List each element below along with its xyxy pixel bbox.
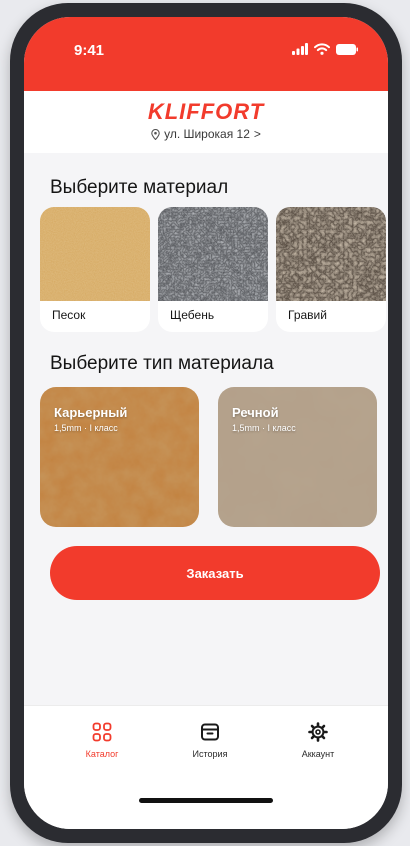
materials-title: Выберите материал [50, 177, 229, 198]
tab-bar: Каталог История Аккаунт [24, 705, 388, 829]
status-icons [292, 43, 358, 55]
material-card-sand[interactable]: Песок [40, 207, 150, 332]
app-screen: 9:41 KLIFFORT ул. Широкая 12 > Выберите … [24, 17, 388, 829]
order-button[interactable]: Заказать [50, 546, 380, 600]
address-selector[interactable]: ул. Широкая 12 > [24, 127, 388, 141]
home-indicator [139, 798, 273, 803]
material-label-crushed-stone: Щебень [170, 308, 215, 322]
brand-logo: KLIFFORT [147, 99, 265, 124]
type-name-river: Речной [232, 405, 279, 420]
battery-icon [336, 43, 358, 55]
gravel-texture-image [276, 207, 386, 301]
signal-icon [292, 43, 308, 55]
location-pin-icon [151, 128, 160, 140]
tab-label-history: История [192, 749, 228, 759]
tab-label-catalog: Каталог [85, 749, 119, 759]
material-label-gravel: Гравий [288, 308, 327, 322]
status-bar: 9:41 [24, 17, 388, 91]
type-spec-quarry: 1,5mm · I класс [54, 423, 118, 433]
wifi-icon [314, 43, 330, 55]
tab-history[interactable]: История [170, 722, 250, 759]
types-title: Выберите тип материала [50, 353, 274, 374]
type-name-quarry: Карьерный [54, 405, 128, 420]
chevron-right-icon: > [253, 127, 261, 141]
address-text: ул. Широкая 12 [164, 127, 250, 141]
phone-frame: 9:41 KLIFFORT ул. Широкая 12 > Выберите … [10, 3, 402, 843]
material-card-crushed-stone[interactable]: Щебень [158, 207, 268, 332]
tab-account[interactable]: Аккаунт [278, 722, 358, 759]
material-label-sand: Песок [52, 308, 86, 322]
type-spec-river: 1,5mm · I класс [232, 423, 296, 433]
box-icon [201, 723, 219, 741]
sand-texture-image [40, 207, 150, 301]
material-card-gravel[interactable]: Гравий [276, 207, 386, 332]
grid-icon [92, 722, 112, 742]
app-header: KLIFFORT ул. Широкая 12 > [24, 91, 388, 153]
crushed-stone-texture-image [158, 207, 268, 301]
type-card-quarry[interactable]: Карьерный 1,5mm · I класс [40, 387, 199, 527]
tab-catalog[interactable]: Каталог [62, 722, 142, 759]
status-time: 9:41 [74, 42, 105, 59]
tab-label-account: Аккаунт [301, 749, 335, 759]
type-card-river[interactable]: Речной 1,5mm · I класс [218, 387, 377, 527]
gear-icon [308, 722, 328, 742]
